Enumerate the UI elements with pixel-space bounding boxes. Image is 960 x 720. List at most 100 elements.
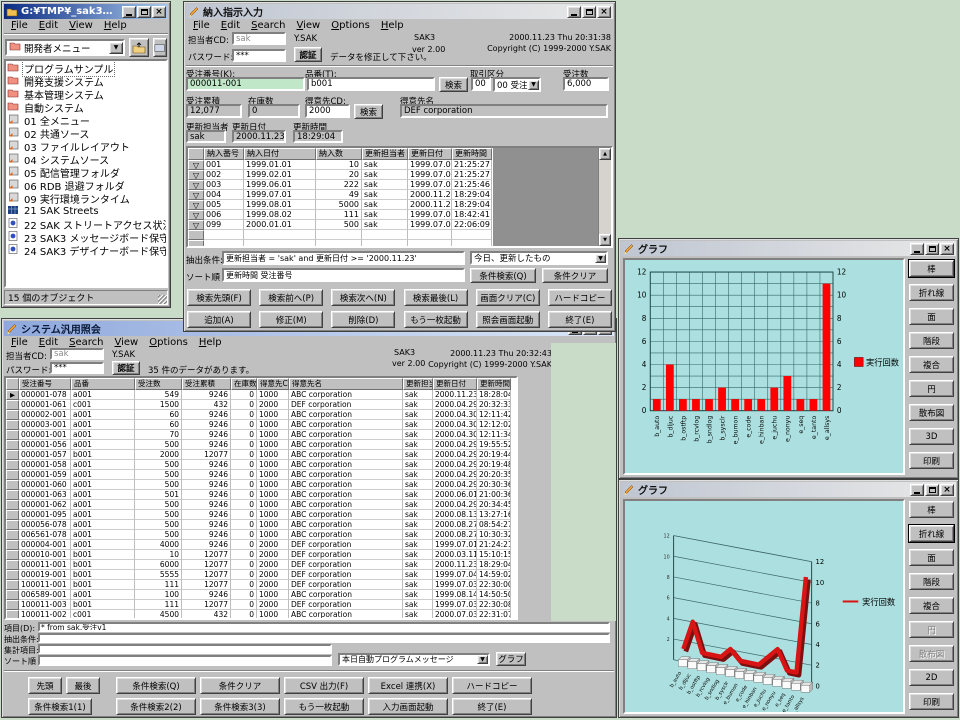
table-row[interactable]: 000001-057b00120001207701000ABC corporat… bbox=[6, 450, 516, 460]
open-inquiry-button[interactable]: 照会画面起動 bbox=[476, 311, 540, 328]
menu-file[interactable]: File bbox=[188, 20, 215, 31]
launch-another-button[interactable]: もう一枚起動 bbox=[284, 698, 364, 715]
table-row[interactable]: 000001-063a001501924601000ABC corporatio… bbox=[6, 490, 516, 500]
query-sum-field[interactable] bbox=[38, 644, 332, 654]
trade-code-field[interactable]: 00 bbox=[471, 77, 491, 91]
hardcopy-button[interactable]: ハードコピー bbox=[548, 289, 612, 306]
row-marker[interactable]: ▽ bbox=[188, 200, 204, 210]
resize-grip[interactable] bbox=[158, 295, 167, 304]
table-row[interactable]: 000019-001b00155551207702000DEF corporat… bbox=[6, 570, 516, 580]
table-row[interactable]: 000056-078a001500924601000ABC corporatio… bbox=[6, 520, 516, 530]
close-icon[interactable]: × bbox=[940, 484, 954, 496]
folder-combo[interactable]: 開発者メニュー ▼ bbox=[5, 39, 125, 56]
menu-search[interactable]: Search bbox=[64, 337, 108, 348]
table-row[interactable]: 000002-001a00160924601000ABC corporation… bbox=[6, 410, 516, 420]
cust-cd-field[interactable]: 2000 bbox=[305, 104, 350, 118]
first-button[interactable]: 先頭 bbox=[28, 677, 62, 694]
row-marker[interactable]: ▽ bbox=[188, 160, 204, 170]
graph1-titlebar[interactable]: グラフ × bbox=[621, 241, 956, 256]
auth-button[interactable]: 認証 bbox=[112, 361, 140, 375]
row-marker[interactable]: ▽ bbox=[188, 180, 204, 190]
close-icon[interactable]: × bbox=[940, 243, 954, 255]
row-marker[interactable]: ▽ bbox=[188, 170, 204, 180]
up-folder-button[interactable] bbox=[129, 38, 149, 57]
menu-search[interactable]: Search bbox=[246, 20, 290, 31]
close-icon[interactable]: × bbox=[597, 6, 611, 18]
query-extract-field[interactable] bbox=[38, 633, 610, 643]
search-next-button[interactable]: 検索次へ(N) bbox=[331, 289, 395, 306]
table-row[interactable]: 000001-095a001500924601000ABC corporatio… bbox=[6, 510, 516, 520]
last-button[interactable]: 最後 bbox=[66, 677, 100, 694]
row-marker[interactable]: ▽ bbox=[188, 210, 204, 220]
graph-button[interactable]: グラフ bbox=[496, 652, 526, 666]
vertical-scrollbar[interactable]: ▲ ▼ bbox=[598, 148, 611, 246]
modify-button[interactable]: 修正(M) bbox=[259, 311, 323, 328]
graph2-titlebar[interactable]: グラフ × bbox=[621, 482, 956, 497]
chart-type-line-button[interactable]: 折れ線 bbox=[909, 525, 954, 542]
cond-clear-button[interactable]: 条件クリア bbox=[200, 677, 280, 694]
qty-field[interactable]: 6,000 bbox=[563, 77, 609, 91]
table-row[interactable]: ▽0031999.06.01222sak1999.07.0121:25:46 bbox=[188, 180, 493, 190]
row-marker[interactable]: ▽ bbox=[188, 190, 204, 200]
password-field[interactable]: *** bbox=[50, 362, 104, 374]
table-row[interactable]: 000011-001b00160001207702000DEF corporat… bbox=[6, 560, 516, 570]
table-row[interactable]: 000001-056a001500924601000ABC corporatio… bbox=[6, 440, 516, 450]
table-row[interactable]: ▽0061999.08.02111sak1999.07.0318:42:41 bbox=[188, 210, 493, 220]
menu-help[interactable]: Help bbox=[194, 337, 227, 348]
query-sort-field[interactable] bbox=[38, 655, 332, 666]
chevron-down-icon[interactable]: ▼ bbox=[595, 254, 606, 263]
table-row[interactable]: 000001-061c001150043202000DEF corporatio… bbox=[6, 400, 516, 410]
minimize-icon[interactable] bbox=[567, 6, 581, 18]
table-row[interactable]: ▽0051999.08.015000sak2000.11.2318:29:04 bbox=[188, 200, 493, 210]
toolbar-partial-button[interactable] bbox=[153, 38, 167, 57]
cond-search-1-button[interactable]: 条件検索1(1) bbox=[28, 698, 92, 715]
menu-edit[interactable]: Edit bbox=[34, 20, 63, 31]
explorer-item-15[interactable]: 24 SAK3 デザイナーボード保守 bbox=[7, 244, 165, 257]
table-row[interactable]: 006589-001a001100924601000ABC corporatio… bbox=[6, 590, 516, 600]
csv-export-button[interactable]: CSV 出力(F) bbox=[284, 677, 364, 694]
preset-combo[interactable]: 今日、更新したもの ▼ bbox=[470, 251, 608, 265]
maximize-icon[interactable] bbox=[137, 6, 151, 18]
exit-button[interactable]: 終了(E) bbox=[548, 311, 612, 328]
auth-button[interactable]: 認証 bbox=[294, 47, 322, 62]
chart-type-step-button[interactable]: 階段 bbox=[909, 573, 954, 590]
minimize-icon[interactable] bbox=[122, 6, 136, 18]
cond-clear-button[interactable]: 条件クリア bbox=[542, 268, 608, 283]
maximize-icon[interactable] bbox=[925, 484, 939, 496]
chart-type-scatter-button[interactable]: 散布図 bbox=[909, 404, 954, 421]
menu-file[interactable]: File bbox=[6, 337, 33, 348]
table-row[interactable]: 000001-062a001500924601000ABC corporatio… bbox=[6, 500, 516, 510]
chart-type-2d-button[interactable]: 2D bbox=[909, 669, 954, 686]
chart-type-composite-button[interactable]: 複合 bbox=[909, 597, 954, 614]
chart-type-3d-button[interactable]: 3D bbox=[909, 428, 954, 445]
table-row[interactable]: 000004-001a0014000924602000DEF corporati… bbox=[6, 540, 516, 550]
table-row[interactable]: ▽0992000.01.01500sak1999.07.0422:06:09 bbox=[188, 220, 493, 230]
explorer-item-11[interactable]: 09 実行環境ランタイム bbox=[7, 192, 165, 205]
extract-condition-field[interactable]: 更新担当者 = 'sak' and 更新日付 >= '2000.11.23' bbox=[222, 251, 465, 265]
message-combo[interactable]: 本日自動プログラムメッセージ ▼ bbox=[338, 653, 490, 666]
minimize-icon[interactable] bbox=[910, 243, 924, 255]
menu-help[interactable]: Help bbox=[376, 20, 409, 31]
menu-options[interactable]: Options bbox=[144, 337, 193, 348]
item-search-button[interactable]: 検索 bbox=[439, 77, 468, 92]
operator-cd-field[interactable]: sak bbox=[232, 32, 286, 45]
chart-type-print-button[interactable]: 印刷 bbox=[909, 693, 954, 710]
table-row[interactable]: 000001-058a001500924601000ABC corporatio… bbox=[6, 460, 516, 470]
item-field[interactable]: b001 bbox=[307, 77, 435, 91]
close-icon[interactable]: × bbox=[152, 6, 166, 18]
table-row[interactable]: 006561-078a001500924601000ABC corporatio… bbox=[6, 530, 516, 540]
row-marker[interactable]: ▽ bbox=[188, 220, 204, 230]
chevron-down-icon[interactable]: ▼ bbox=[109, 42, 123, 54]
explorer-titlebar[interactable]: G:¥TMP¥_sak3¥p_sak3¥_... × bbox=[4, 4, 168, 19]
table-row[interactable]: 000001-059a001500924601000ABC corporatio… bbox=[6, 470, 516, 480]
table-row[interactable]: ▽0041999.07.0149sak2000.11.2318:29:04 bbox=[188, 190, 493, 200]
cond-search-button[interactable]: 条件検索(Q) bbox=[116, 677, 196, 694]
excel-link-button[interactable]: Excel 連携(X) bbox=[368, 677, 448, 694]
chart-type-step-button[interactable]: 階段 bbox=[909, 332, 954, 349]
trade-select[interactable]: 00 受注 ▼ bbox=[493, 77, 541, 92]
chart-type-area-button[interactable]: 面 bbox=[909, 308, 954, 325]
chart-type-composite-button[interactable]: 複合 bbox=[909, 356, 954, 373]
menu-options[interactable]: Options bbox=[326, 20, 375, 31]
launch-another-button[interactable]: もう一枚起動 bbox=[404, 311, 468, 328]
scroll-up-icon[interactable]: ▲ bbox=[599, 148, 611, 160]
